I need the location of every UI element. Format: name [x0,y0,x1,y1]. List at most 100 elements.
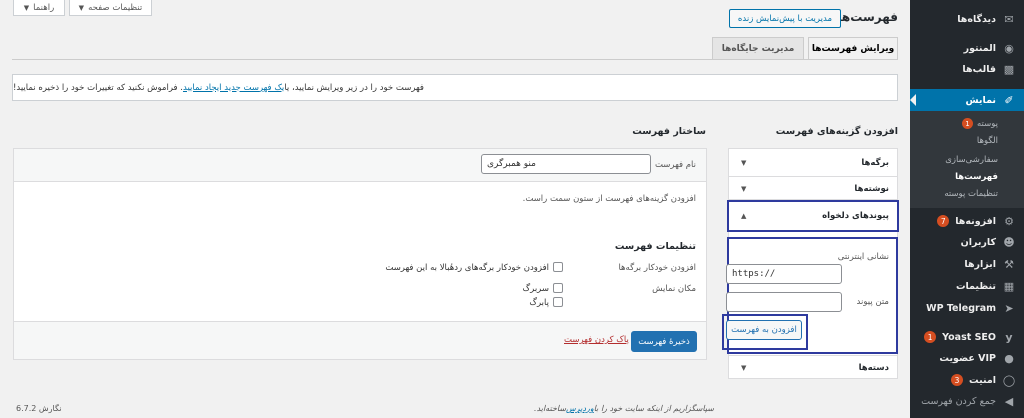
tab-edit-menus[interactable]: ویرایش فهرست‌ها [808,37,898,60]
collapse-icon: ◀ [1004,394,1014,408]
sidebar-item-security[interactable]: 3 امنیت ◯ [910,369,1024,391]
chevron-down-icon: ▼ [741,185,747,193]
menu-structure-heading: ساختار فهرست [632,126,706,137]
sidebar-item-label: نمایش [965,94,997,106]
menu-structure-instruction: افزودن گزینه‌های فهرست از ستون سمت راست. [522,194,696,204]
location-header-label: سربرگ [522,284,549,294]
menu-settings-heading: تنظیمات فهرست [614,241,696,252]
menu-structure-footer: ذخیرهٔ فهرست پاک کردن فهرست [14,321,706,359]
menu-name-row: نام فهرست منو همبرگری [14,149,706,182]
vip-icon: ● [1004,351,1014,365]
help-button[interactable]: ▼ راهنما [13,0,65,16]
sidebar-item-label: تنظیمات [955,280,996,292]
sidebar-item-label: WP Telegram [926,302,996,314]
sidebar-item-comments[interactable]: دیدگاه‌ها ✉ [910,8,1024,30]
appearance-submenu: 1 پوسته الگوها سفارشی‌سازی فهرست‌ها تنظی… [910,111,1024,208]
accordion-posts[interactable]: نوشته‌ها ▼ [728,176,898,200]
accordion-title: دسته‌ها [858,363,889,373]
caret-down-icon: ▼ [78,3,85,12]
menu-name-input[interactable]: منو همبرگری [481,154,651,174]
appearance-icon: ✐ [1004,93,1014,107]
chevron-down-icon: ▼ [741,364,747,372]
highlight-custom-links-header [727,200,899,232]
submenu-label: تنظیمات پوسته [944,188,998,199]
accordion-categories[interactable]: دسته‌ها ▼ [728,355,898,379]
display-location-label: مکان نمایش [652,284,696,294]
sidebar-item-templates[interactable]: قالب‌ها ▩ [910,58,1024,80]
comment-icon: ✉ [1004,12,1014,26]
submenu-item-patterns[interactable]: الگوها [910,132,1024,149]
update-badge: 7 [937,215,950,227]
chevron-down-icon: ▼ [741,159,747,167]
notice-text: . فراموش نکنید که تغییرات خود را ذخیره ن… [13,82,183,93]
sidebar-item-label: Yoast SEO [942,331,996,343]
wordpress-version: نگارش 6.7.2 [16,404,62,413]
url-input[interactable]: https:// [726,264,842,284]
sidebar-item-appearance[interactable]: نمایش ✐ [910,89,1024,111]
location-footer-label: پابرگ [529,298,549,308]
sidebar-item-label: المنتور [963,42,996,54]
save-menu-button[interactable]: ذخیرهٔ فهرست [631,331,697,352]
sidebar-item-tools[interactable]: ابزارها ⚒ [910,253,1024,275]
footer-thanks-text: سپاسگزاریم از اینکه سایت خود را با [593,404,714,413]
location-header-checkbox[interactable] [553,283,563,293]
accordion-title: برگه‌ها [861,158,889,168]
submenu-label: فهرست‌ها [955,171,998,182]
menu-name-label: نام فهرست [654,160,696,170]
auto-add-pages-option: افزودن خودکار برگه‌های ردهٔبالا به این ف… [385,263,549,273]
sidebar-item-users[interactable]: کاربران ☻ [910,231,1024,253]
auto-add-pages-checkbox[interactable] [553,262,563,272]
sidebar-item-plugins[interactable]: 7 افزونه‌ها ⚙ [910,210,1024,232]
update-badge: 1 [961,118,973,129]
sidebar-collapse-menu[interactable]: جمع کردن فهرست ◀ [910,390,1024,412]
tools-icon: ⚒ [1004,257,1014,271]
menu-edit-notice: فهرست خود را در زیر ویرایش نمایید، یا یک… [12,74,898,101]
sidebar-item-label: جمع کردن فهرست [921,395,996,407]
sidebar-item-elementor[interactable]: المنتور ◉ [910,37,1024,59]
update-badge: 3 [951,374,964,386]
submenu-item-theme-settings[interactable]: تنظیمات پوسته [910,185,1024,202]
sidebar-item-label: دیدگاه‌ها [957,13,996,25]
sidebar-item-wp-telegram[interactable]: WP Telegram ➤ [910,297,1024,319]
active-menu-pointer [910,94,916,106]
delete-menu-link[interactable]: پاک کردن فهرست [564,335,629,345]
templates-icon: ▩ [1003,62,1015,76]
link-text-input[interactable] [726,292,842,312]
page-title: فهرست‌ها [837,10,898,24]
sidebar-item-settings[interactable]: تنظیمات ▦ [910,275,1024,297]
submenu-label: الگوها [976,135,998,146]
caret-down-icon: ▼ [23,3,30,12]
telegram-icon: ➤ [1004,301,1014,315]
footer-thanks-text: ساخته‌اید. [534,404,567,413]
menu-structure-panel: نام فهرست منو همبرگری افزودن گزینه‌های ف… [13,148,707,360]
location-footer-checkbox[interactable] [553,297,563,307]
submenu-label: سفارشی‌سازی [945,154,998,165]
add-to-menu-button[interactable]: افزودن به فهرست [726,320,802,340]
accordion-pages[interactable]: برگه‌ها ▼ [728,148,898,177]
sidebar-item-label: کاربران [960,236,996,248]
submenu-item-themes[interactable]: 1 پوسته [910,115,1024,132]
submenu-item-menus[interactable]: فهرست‌ها [910,168,1024,185]
auto-add-pages-label: افزودن خودکار برگه‌ها [618,263,696,273]
accordion-title: نوشته‌ها [854,184,889,194]
update-badge: 1 [924,331,937,343]
wordpress-link[interactable]: وردپرس [566,404,594,413]
screen-options-button[interactable]: ▼ تنظیمات صفحه [69,0,152,16]
security-icon: ◯ [1002,373,1016,387]
sidebar-item-yoast-seo[interactable]: 1 Yoast SEO y [910,326,1024,348]
sidebar-item-label: ابزارها [964,258,996,270]
manage-with-live-preview-button[interactable]: مدیریت با پیش‌نمایش زنده [728,9,841,28]
submenu-label: پوسته [976,118,998,129]
settings-icon: ▦ [1003,279,1015,293]
users-icon: ☻ [1003,235,1015,249]
sidebar-item-vip-membership[interactable]: عضویت VIP ● [910,347,1024,369]
sidebar-item-label: عضویت VIP [939,352,996,364]
plugins-icon: ⚙ [1004,214,1014,228]
tabs-divider [12,59,898,60]
submenu-item-customize[interactable]: سفارشی‌سازی [910,151,1024,168]
notice-text: فهرست خود را در زیر ویرایش نمایید، یا [284,82,424,93]
link-text-label: متن پیوند [856,297,889,307]
tab-manage-locations[interactable]: مدیریت جایگاه‌ها [712,37,804,59]
url-label: نشانی اینترنتی [837,252,889,262]
create-new-menu-link[interactable]: یک فهرست جدید ایجاد نمایید [183,83,284,93]
